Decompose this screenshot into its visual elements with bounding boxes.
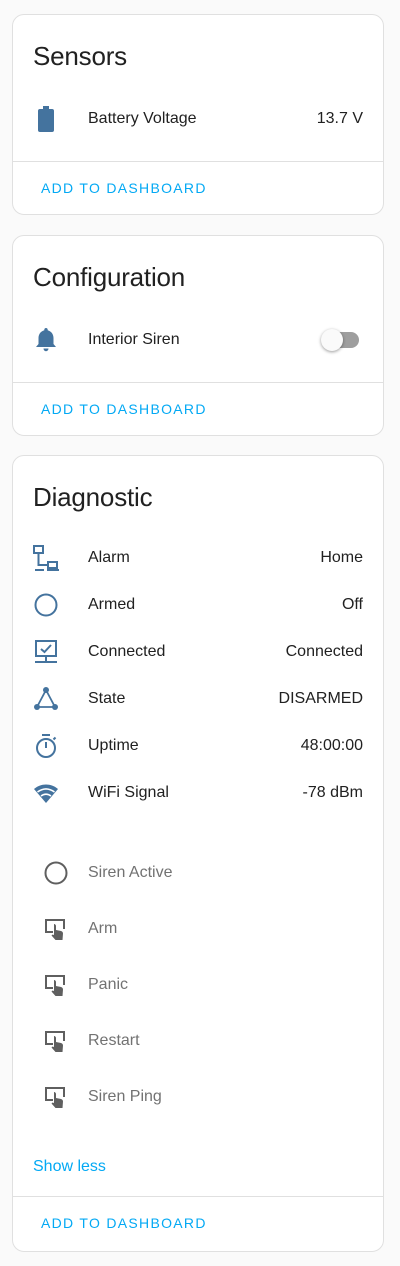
entity-row-alarm[interactable]: Alarm Home: [13, 538, 383, 578]
entity-label: Restart: [88, 1032, 140, 1049]
entity-label: Connected: [88, 643, 166, 660]
entity-row-wifi-signal[interactable]: WiFi Signal -78 dBm: [13, 773, 383, 813]
battery-icon: [33, 106, 59, 132]
divider: [13, 1196, 383, 1197]
entity-row-connected[interactable]: Connected Connected: [13, 632, 383, 672]
sensors-card: Sensors Battery Voltage 13.7 V ADD TO DA…: [12, 14, 384, 215]
entity-label: Siren Ping: [88, 1088, 162, 1105]
entity-label: Alarm: [88, 549, 130, 566]
circle-outline-icon: [33, 592, 59, 618]
circle-outline-icon: [43, 860, 69, 886]
entity-row-uptime[interactable]: Uptime 48:00:00: [13, 726, 383, 766]
entity-row-panic[interactable]: Panic: [13, 965, 383, 1005]
entity-row-battery-voltage[interactable]: Battery Voltage 13.7 V: [13, 99, 383, 139]
gesture-tap-button-icon: [43, 916, 69, 942]
entity-value: 13.7 V: [316, 110, 363, 127]
entity-row-siren-ping[interactable]: Siren Ping: [13, 1077, 383, 1117]
entity-label: Siren Active: [88, 864, 173, 881]
add-to-dashboard-button[interactable]: ADD TO DASHBOARD: [41, 180, 207, 196]
entity-value: DISARMED: [278, 690, 363, 707]
entity-label: Panic: [88, 976, 129, 993]
lan-icon: [33, 545, 59, 571]
timer-icon: [33, 733, 59, 759]
entity-row-armed[interactable]: Armed Off: [13, 585, 383, 625]
toggle-thumb: [321, 329, 343, 351]
entity-label: Battery Voltage: [88, 110, 197, 127]
entity-value: -78 dBm: [302, 784, 363, 801]
entity-row-restart[interactable]: Restart: [13, 1021, 383, 1061]
card-title-sensors: Sensors: [33, 41, 127, 71]
wifi-icon: [33, 780, 59, 806]
entity-label: WiFi Signal: [88, 784, 169, 801]
gesture-tap-button-icon: [43, 1084, 69, 1110]
monitor-check-icon: [33, 639, 59, 665]
entity-value: Off: [341, 596, 363, 613]
entity-row-siren-active[interactable]: Siren Active: [13, 853, 383, 893]
interior-siren-toggle[interactable]: [321, 329, 359, 351]
entity-label: Arm: [88, 920, 118, 937]
show-less-link[interactable]: Show less: [33, 1158, 106, 1176]
entity-value: 48:00:00: [300, 737, 363, 754]
entity-label: Armed: [88, 596, 136, 613]
state-machine-icon: [33, 686, 59, 712]
entity-value: Home: [320, 549, 363, 566]
entity-label: State: [88, 690, 126, 707]
card-title-configuration: Configuration: [33, 262, 186, 292]
entity-label: Uptime: [88, 737, 139, 754]
add-to-dashboard-button[interactable]: ADD TO DASHBOARD: [41, 401, 207, 417]
entity-row-arm[interactable]: Arm: [13, 909, 383, 949]
entity-row-interior-siren[interactable]: Interior Siren: [13, 320, 383, 360]
gesture-tap-button-icon: [43, 972, 69, 998]
diagnostic-card: Diagnostic Alarm Home Armed Off Connecte…: [12, 455, 384, 1252]
add-to-dashboard-button[interactable]: ADD TO DASHBOARD: [41, 1215, 207, 1231]
card-title-diagnostic: Diagnostic: [33, 482, 153, 512]
entity-value: Connected: [285, 643, 363, 660]
gesture-tap-button-icon: [43, 1028, 69, 1054]
divider: [13, 161, 383, 162]
configuration-card: Configuration Interior Siren ADD TO DASH…: [12, 235, 384, 436]
entity-row-state[interactable]: State DISARMED: [13, 679, 383, 719]
bell-icon: [33, 327, 59, 353]
entity-label: Interior Siren: [88, 331, 180, 348]
divider: [13, 382, 383, 383]
